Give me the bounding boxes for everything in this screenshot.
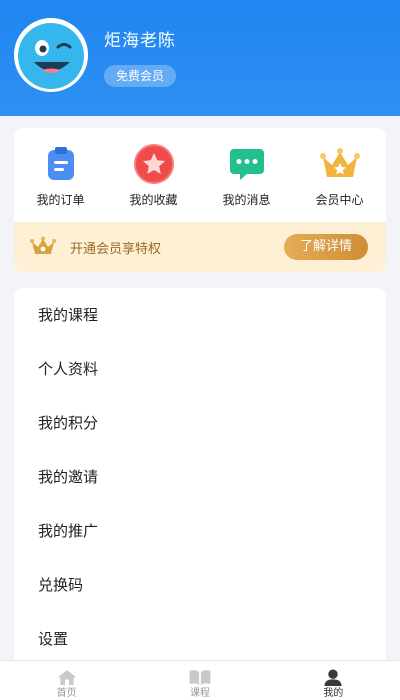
menu-item-redeem-code[interactable]: 兑换码 <box>14 558 386 612</box>
clipboard-icon <box>39 144 83 184</box>
quick-action-label: 我的消息 <box>222 193 271 207</box>
menu-item-promotion[interactable]: 我的推广 <box>14 504 386 558</box>
tab-mine[interactable]: 我的 <box>267 661 400 700</box>
quick-actions-row: 我的订单 我的收藏 我的消息 会员中心 <box>14 144 386 214</box>
bottom-tab-bar: 首页 课程 我的 <box>0 660 400 700</box>
quick-action-messages[interactable]: 我的消息 <box>200 144 293 214</box>
tab-home[interactable]: 首页 <box>0 661 133 700</box>
profile-header: 炬海老陈 免费会员 <box>0 0 400 116</box>
tab-label: 我的 <box>323 688 344 699</box>
tab-label: 首页 <box>56 688 77 699</box>
menu-item-invitations[interactable]: 我的邀请 <box>14 450 386 504</box>
quick-action-orders[interactable]: 我的订单 <box>14 144 107 214</box>
menu-list: 我的课程 个人资料 我的积分 我的邀请 我的推广 兑换码 设置 <box>14 288 386 668</box>
menu-item-my-courses[interactable]: 我的课程 <box>14 288 386 342</box>
star-icon <box>132 144 176 184</box>
tab-label: 课程 <box>189 688 210 699</box>
message-icon <box>225 144 269 184</box>
smiley-face-avatar-icon <box>14 18 88 92</box>
person-icon <box>324 669 342 686</box>
quick-action-member-center[interactable]: 会员中心 <box>293 144 386 214</box>
menu-item-points[interactable]: 我的积分 <box>14 396 386 450</box>
quick-action-label: 会员中心 <box>315 193 364 207</box>
vip-banner[interactable]: 开通会员享特权 了解详情 <box>14 222 386 272</box>
menu-item-profile[interactable]: 个人资料 <box>14 342 386 396</box>
book-icon <box>189 670 211 686</box>
quick-action-label: 我的订单 <box>36 193 85 207</box>
username: 炬海老陈 <box>104 31 176 51</box>
avatar[interactable] <box>14 18 88 92</box>
menu-item-settings[interactable]: 设置 <box>14 612 386 666</box>
quick-actions-card: 我的订单 我的收藏 我的消息 会员中心 开通会员享特权 了解详情 <box>14 128 386 272</box>
quick-action-label: 我的收藏 <box>129 193 178 207</box>
member-badge[interactable]: 免费会员 <box>104 65 177 87</box>
crown-icon <box>30 236 56 260</box>
quick-action-favorites[interactable]: 我的收藏 <box>107 144 200 214</box>
learn-more-button[interactable]: 了解详情 <box>284 234 368 260</box>
home-icon <box>57 669 77 686</box>
vip-banner-text: 开通会员享特权 <box>70 242 162 257</box>
tab-courses[interactable]: 课程 <box>133 661 266 700</box>
crown-icon <box>318 144 362 184</box>
